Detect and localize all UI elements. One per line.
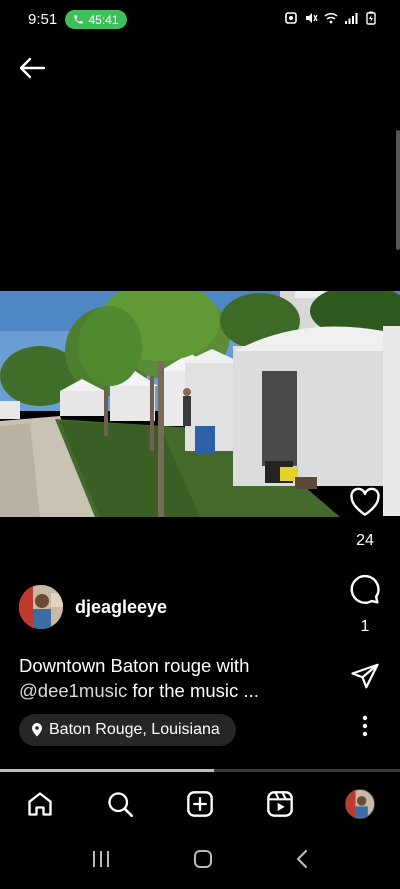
like-button[interactable] [348,486,382,518]
nav-reels[interactable] [260,784,300,824]
nav-search[interactable] [100,784,140,824]
more-options-button[interactable] [348,712,382,740]
video-progress-fill [0,769,214,772]
profile-avatar-image [346,790,374,818]
nav-create[interactable] [180,784,220,824]
battery-icon [366,11,376,25]
avatar-image [19,585,63,629]
system-nav-bar [0,838,400,884]
create-icon [187,791,213,817]
nav-home[interactable] [20,784,60,824]
recent-apps-icon [93,850,109,867]
alarm-icon [285,12,297,24]
caption-tail: for the music ... [127,680,259,701]
share-button[interactable] [348,660,382,692]
home-button-icon [194,849,212,868]
arrow-left-icon [19,57,46,79]
phone-icon [74,15,84,24]
signal-icon [345,13,358,24]
avatar[interactable] [19,585,63,629]
scroll-indicator[interactable] [396,130,400,250]
status-icons [284,11,378,25]
more-vertical-icon [362,715,368,737]
wifi-icon [324,12,338,24]
mute-icon [306,13,318,23]
ongoing-call-pill[interactable]: 45:41 [65,10,127,29]
location-pin-icon [32,723,42,737]
bottom-nav [0,776,400,832]
status-bar: 9:51 45:41 [0,0,400,40]
comment-icon [350,574,380,604]
username[interactable]: djeagleeye [75,597,167,618]
nav-profile[interactable] [340,784,380,824]
caption-mention[interactable]: @dee1music [19,680,127,701]
reel-video[interactable] [0,291,400,517]
reels-icon [267,791,293,817]
back-nav-icon [296,849,308,868]
home-system-button[interactable] [192,848,214,875]
send-icon [351,663,379,689]
comment-button[interactable] [348,573,382,605]
search-icon [108,792,133,817]
heart-icon [350,487,380,516]
comment-count: 1 [360,618,370,635]
home-icon [28,792,52,816]
post-caption[interactable]: Downtown Baton rouge with @dee1music for… [19,653,319,703]
call-timer: 45:41 [88,12,119,27]
post-author[interactable]: djeagleeye [19,585,167,629]
like-count: 24 [356,532,374,549]
location-label: Baton Rouge, Louisiana [49,721,220,738]
back-button[interactable] [18,54,50,82]
location-tag[interactable]: Baton Rouge, Louisiana [19,714,236,746]
recent-apps-button[interactable] [90,849,112,874]
profile-avatar [345,789,375,819]
status-time: 9:51 [28,11,58,28]
video-progress-bar[interactable] [0,769,400,772]
back-system-button[interactable] [294,848,310,875]
video-frame [0,291,400,517]
caption-text: Downtown Baton rouge with [19,655,250,676]
